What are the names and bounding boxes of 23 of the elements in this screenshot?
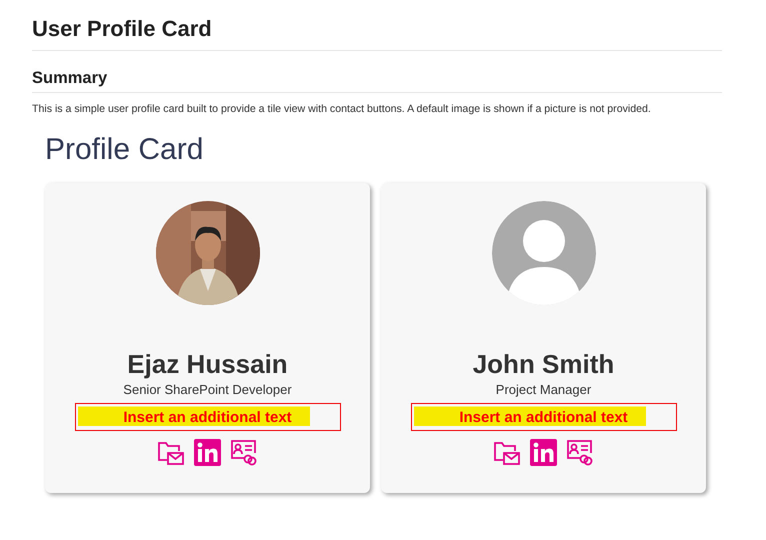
job-title: Senior SharePoint Developer — [123, 382, 292, 397]
contact-card-button[interactable] — [566, 439, 594, 466]
additional-text: Insert an additional text — [123, 408, 292, 426]
summary-text: This is a simple user profile card built to provide a tile view with contact buttons. A default image is shown if a picture is not provided. — [32, 103, 651, 115]
linkedin-icon — [530, 439, 557, 466]
linkedin-button[interactable] — [530, 439, 557, 466]
default-avatar-icon — [492, 201, 596, 305]
linkedin-button[interactable] — [194, 439, 221, 466]
folder-envelope-icon — [157, 440, 185, 466]
contact-card-icon — [566, 439, 594, 466]
contact-card-icon — [230, 439, 258, 466]
job-title: Project Manager — [496, 382, 592, 397]
contact-card-button[interactable] — [230, 439, 258, 466]
section-title: Profile Card — [45, 133, 204, 167]
page-title: User Profile Card — [32, 16, 212, 42]
person-name: Ejaz Hussain — [127, 349, 288, 379]
folder-envelope-icon — [493, 440, 521, 466]
person-name: John Smith — [472, 349, 614, 379]
additional-text: Insert an additional text — [459, 408, 628, 426]
email-button[interactable] — [157, 439, 185, 466]
summary-heading: Summary — [32, 69, 108, 88]
email-button[interactable] — [493, 439, 521, 466]
linkedin-icon — [194, 439, 221, 466]
